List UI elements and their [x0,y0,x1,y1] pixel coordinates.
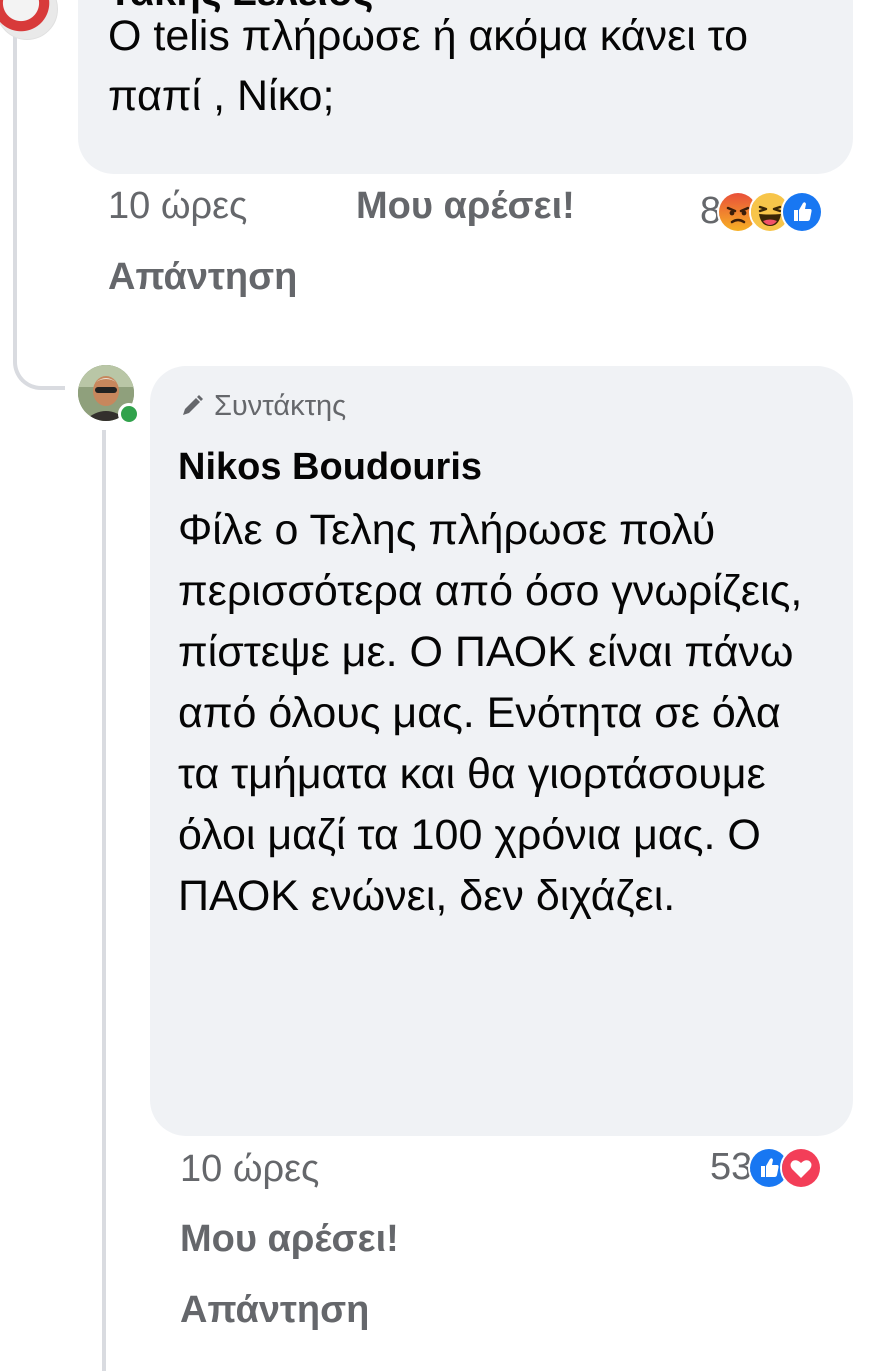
thread-connector-curve [13,330,65,390]
comment-timestamp[interactable]: 10 ώρες [108,185,247,228]
reaction-count: 53 [710,1146,753,1188]
comment-bubble: Ο telis πλήρωσε ή ακόμα κάνει το παπί , … [78,0,853,174]
comment-author[interactable]: Nikos Boudouris [178,442,825,492]
like-button[interactable]: Μου αρέσει! [356,185,575,228]
comment-author[interactable]: Τάκης Σελειος [108,0,373,15]
like-button[interactable]: Μου αρέσει! [180,1218,399,1261]
comment-bubble: Συντάκτης Nikos Boudouris Φίλε ο Τελης π… [150,366,853,1136]
comment-timestamp[interactable]: 10 ώρες [180,1148,319,1191]
reaction-summary[interactable]: 8 [700,190,824,233]
thread-connector-line [13,0,17,354]
reply-connector-line [102,430,106,1371]
reply-button[interactable]: Απάντηση [180,1289,369,1332]
comment-text: Ο telis πλήρωσε ή ακόμα κάνει το παπί , … [108,12,749,120]
pencil-icon [178,392,206,420]
author-role-badge: Συντάκτης [178,388,825,424]
author-role-label: Συντάκτης [214,389,347,422]
reaction-summary[interactable]: 53 [710,1146,823,1189]
comment-thread: Ο telis πλήρωσε ή ακόμα κάνει το παπί , … [0,0,883,1371]
love-icon [780,1146,823,1189]
avatar[interactable] [0,0,58,40]
comment-text: Φίλε ο Τελης πλήρωσε πολύ περισσότερα απ… [178,506,803,920]
reply-button[interactable]: Απάντηση [108,256,297,299]
online-status-indicator [118,403,140,425]
like-icon [781,190,824,233]
